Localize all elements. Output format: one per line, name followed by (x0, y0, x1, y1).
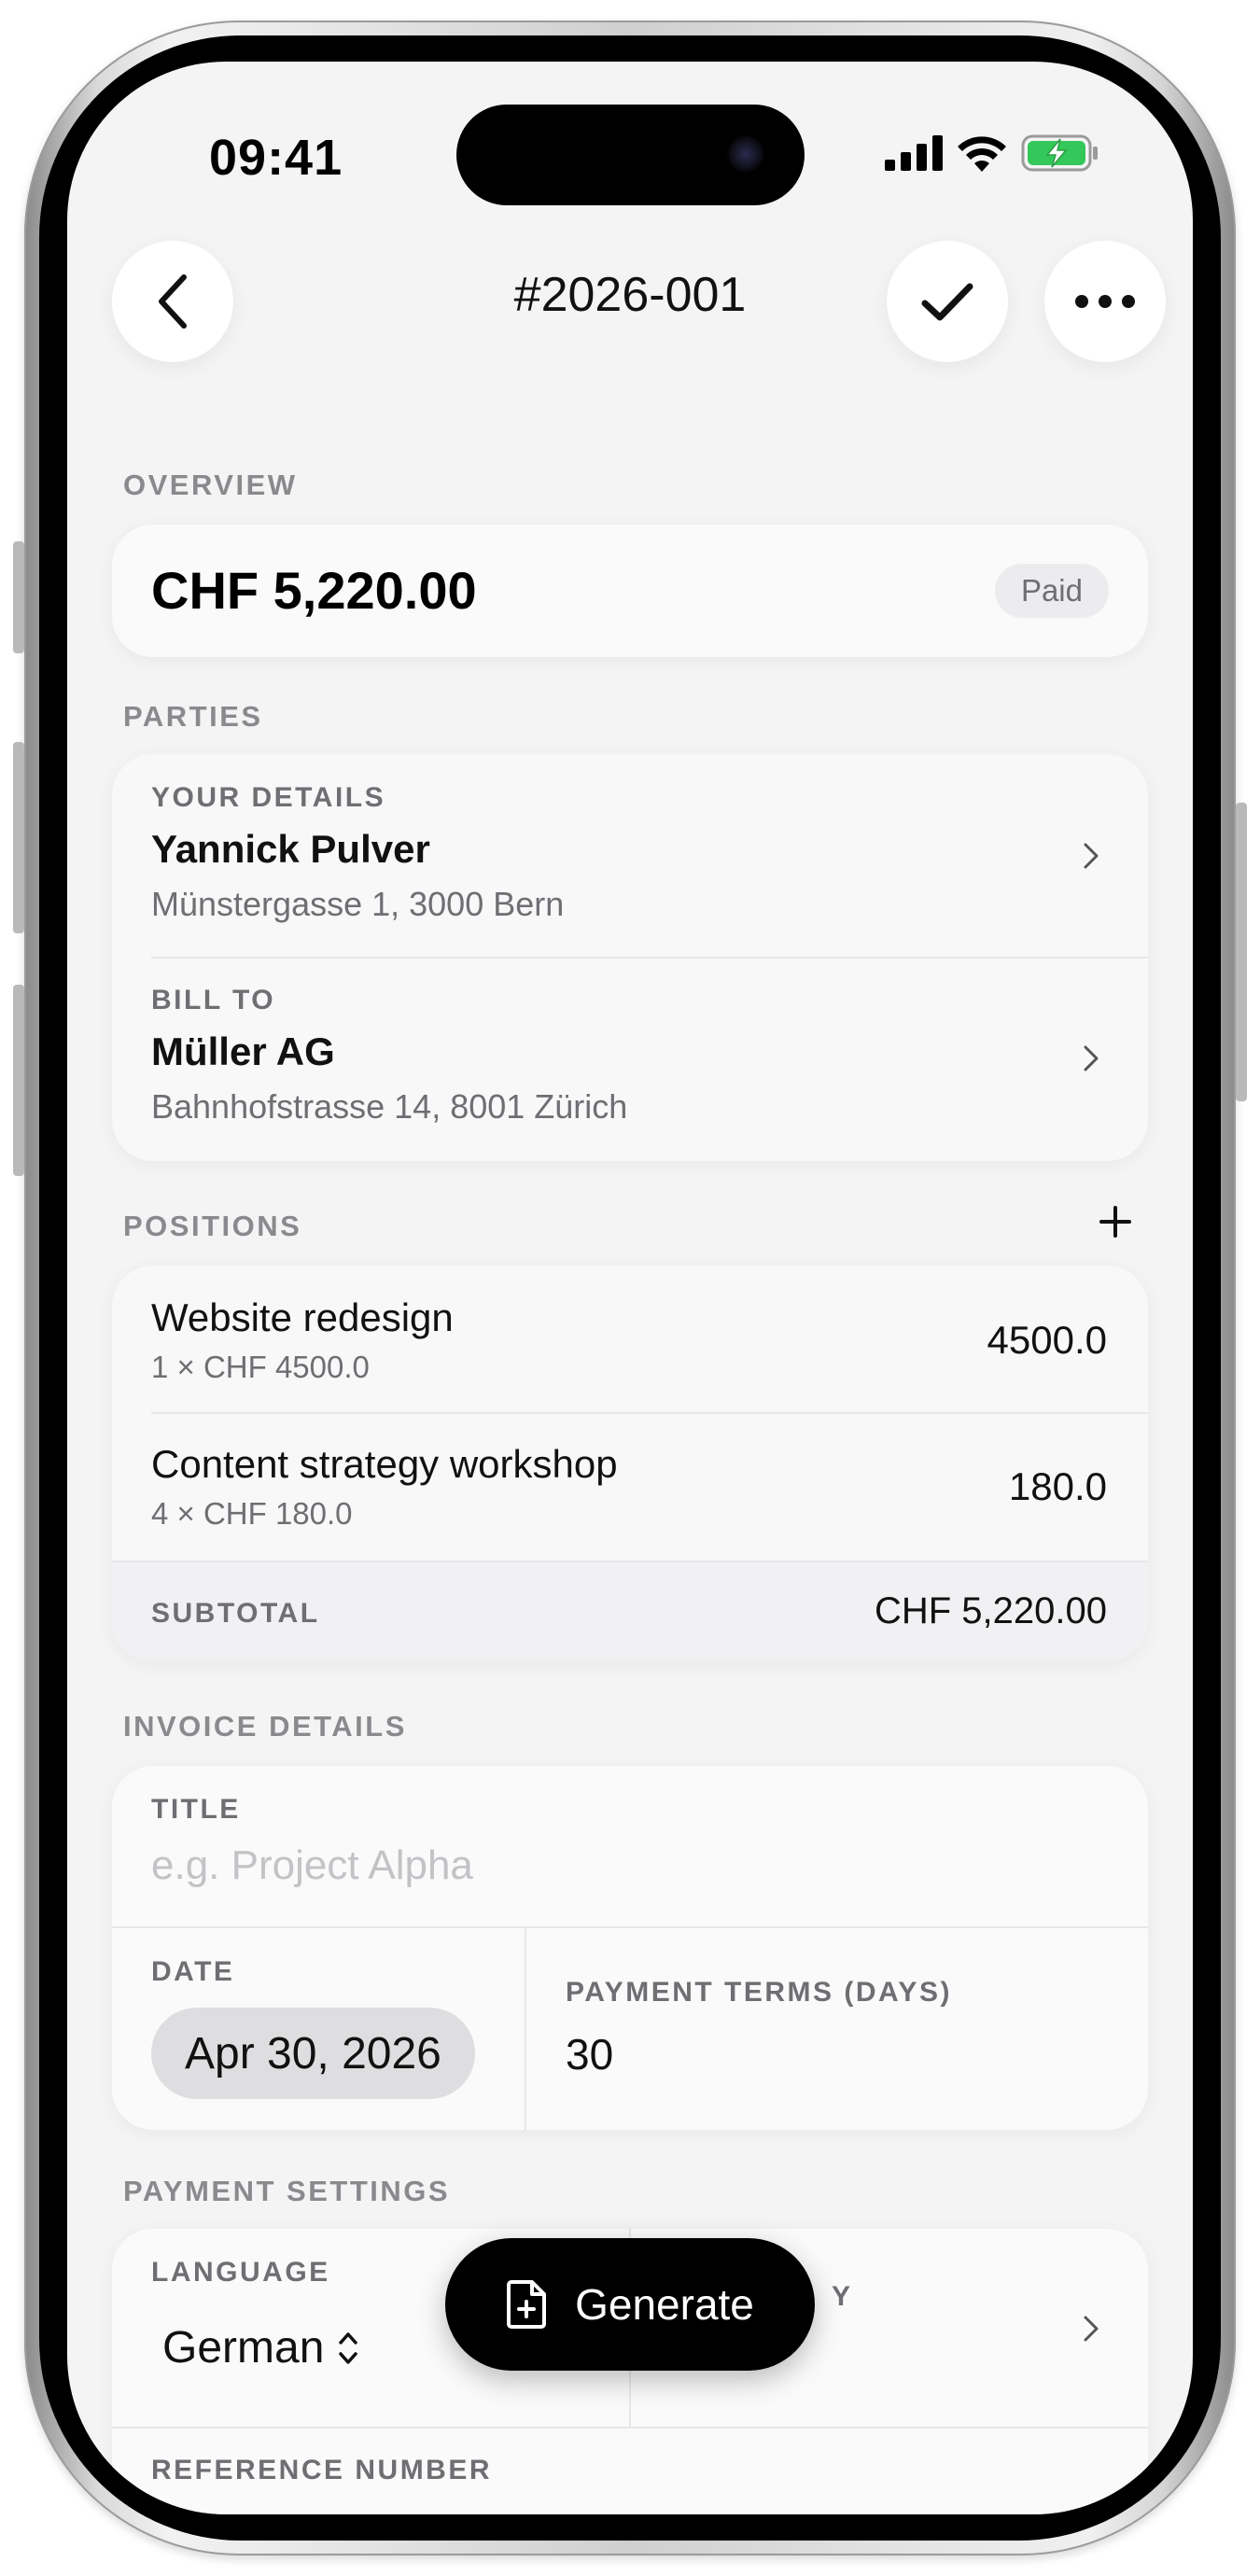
invoice-total: CHF 5,220.00 (151, 561, 477, 620)
status-badge: Paid (994, 564, 1109, 618)
document-add-icon (507, 2280, 547, 2329)
wifi-icon (958, 136, 1006, 172)
generate-button[interactable]: Generate (445, 2238, 815, 2371)
payment-terms-input[interactable]: 30 (566, 2029, 613, 2079)
status-time: 09:41 (209, 130, 343, 186)
chevron-right-icon (1084, 2316, 1099, 2342)
recipient-name: Müller AG (151, 1029, 335, 1073)
subtotal-value: CHF 5,220.00 (874, 1590, 1107, 1631)
sender-name: Yannick Pulver (151, 827, 430, 871)
generate-label: Generate (575, 2280, 754, 2329)
reference-number-label: REFERENCE NUMBER (151, 2455, 493, 2485)
language-label: LANGUAGE (151, 2257, 330, 2288)
position-title: Website redesign (151, 1295, 454, 1339)
position-amount: 4500.0 (987, 1318, 1107, 1362)
parties-card: YOUR DETAILS Yannick Pulver Münstergasse… (112, 754, 1148, 1161)
confirm-button[interactable] (887, 241, 1008, 362)
power-button (1236, 803, 1247, 1101)
battery-charging-icon (1021, 134, 1098, 172)
position-amount: 180.0 (1008, 1464, 1107, 1508)
dynamic-island (456, 105, 805, 205)
title-input[interactable]: e.g. Project Alpha (151, 1842, 473, 1889)
action-button (13, 541, 24, 653)
payment-terms-field[interactable]: PAYMENT TERMS (DAYS) 30 (526, 1928, 1148, 2130)
currency-label: Y (832, 2281, 853, 2312)
more-options-button[interactable] (1044, 241, 1166, 362)
sender-address: Münstergasse 1, 3000 Bern (151, 885, 565, 923)
recipient-label: BILL TO (151, 985, 276, 1015)
section-label-parties: PARTIES (123, 700, 263, 733)
page-title: #2026-001 (513, 268, 747, 322)
invoice-details-card: TITLE e.g. Project Alpha DATE Apr 30, 20… (112, 1766, 1148, 2130)
sender-label: YOUR DETAILS (151, 782, 386, 813)
status-icons (885, 134, 1099, 172)
recipient-address: Bahnhofstrasse 14, 8001 Zürich (151, 1087, 628, 1126)
position-detail: 4 × CHF 180.0 (151, 1496, 353, 1531)
subtotal-label: SUBTOTAL (151, 1598, 320, 1629)
divider (112, 2427, 1148, 2429)
add-position-button[interactable] (1099, 1206, 1131, 1238)
section-label-payment-settings: PAYMENT SETTINGS (123, 2175, 451, 2207)
chevron-right-icon (1084, 1045, 1099, 1071)
title-label: TITLE (151, 1794, 241, 1825)
ellipsis-icon (1075, 295, 1135, 308)
cellular-signal-icon (885, 135, 943, 171)
language-value: German (162, 2323, 325, 2373)
date-label: DATE (151, 1956, 235, 1987)
recipient-row[interactable]: BILL TO Müller AG Bahnhofstrasse 14, 800… (112, 959, 1148, 1161)
positions-card: Website redesign 1 × CHF 4500.0 4500.0 C… (112, 1266, 1148, 1661)
section-label-positions: POSITIONS (123, 1210, 302, 1242)
date-picker[interactable]: Apr 30, 2026 (151, 2008, 475, 2099)
front-camera (726, 134, 765, 174)
position-row[interactable]: Website redesign 1 × CHF 4500.0 4500.0 (112, 1266, 1148, 1411)
overview-card: CHF 5,220.00 Paid (112, 525, 1148, 657)
screen: 09:41 #2026-001 OVERVIEW CHF 5,220.00 Pa… (67, 62, 1193, 2514)
title-field[interactable]: TITLE e.g. Project Alpha (112, 1766, 1148, 1926)
checkmark-icon (921, 283, 973, 321)
section-label-invoice-details: INVOICE DETAILS (123, 1710, 407, 1743)
position-detail: 1 × CHF 4500.0 (151, 1350, 370, 1384)
chevron-right-icon (1084, 843, 1099, 869)
volume-up-button (13, 742, 24, 933)
subtotal-row: SUBTOTAL CHF 5,220.00 (112, 1561, 1148, 1661)
language-select[interactable]: German (162, 2322, 359, 2373)
position-title: Content strategy workshop (151, 1442, 618, 1486)
volume-down-button (13, 985, 24, 1176)
sender-row[interactable]: YOUR DETAILS Yannick Pulver Münstergasse… (112, 754, 1148, 956)
position-row[interactable]: Content strategy workshop 4 × CHF 180.0 … (112, 1414, 1148, 1560)
section-label-overview: OVERVIEW (123, 469, 298, 501)
chevron-up-down-icon (339, 2331, 358, 2364)
payment-terms-label: PAYMENT TERMS (DAYS) (566, 1977, 952, 2008)
